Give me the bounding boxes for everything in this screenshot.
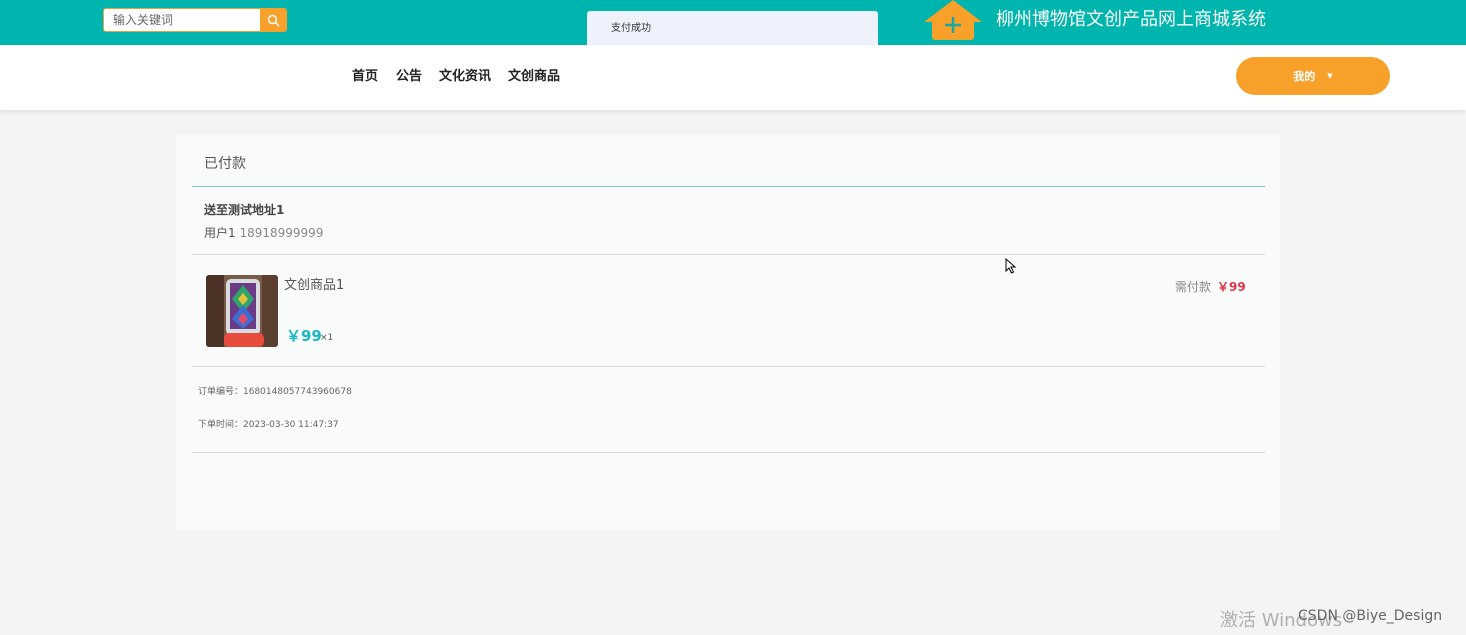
nav-item-products[interactable]: 文创商品 — [508, 69, 560, 85]
product-name[interactable]: 文创商品1 — [284, 278, 344, 293]
divider — [192, 254, 1265, 255]
divider — [192, 452, 1265, 453]
amount-due-value: ￥99 — [1217, 280, 1246, 294]
nav-item-news[interactable]: 文化资讯 — [439, 69, 491, 85]
toast-message: 支付成功 — [587, 11, 878, 46]
search-icon — [267, 14, 280, 27]
caret-down-icon: ▼ — [1327, 72, 1333, 80]
order-time: 下单时间：2023-03-30 11:47:37 — [198, 420, 339, 430]
amount-due-label: 需付款 — [1175, 280, 1212, 294]
order-status: 已付款 — [204, 156, 246, 172]
divider — [192, 366, 1265, 367]
search-input[interactable]: 输入关键词 — [103, 8, 261, 32]
product-quantity: ×1 — [320, 333, 334, 343]
shipping-address: 送至测试地址1 — [204, 203, 285, 217]
nav-item-home[interactable]: 首页 — [352, 69, 378, 85]
home-logo-icon — [924, 0, 982, 40]
recipient-phone: 18918999999 — [239, 226, 324, 240]
nav-bar: 首页 公告 文化资讯 文创商品 我的 ▼ — [0, 45, 1466, 110]
site-title: 柳州博物馆文创产品网上商城系统 — [996, 9, 1266, 30]
amount-due: 需付款 ￥99 — [1175, 280, 1246, 294]
order-number: 订单编号：1680148057743960678 — [198, 387, 352, 397]
my-account-label: 我的 — [1293, 70, 1316, 83]
order-panel: 已付款 送至测试地址1 用户1 18918999999 文创商品1 ￥99 ×1… — [176, 135, 1280, 530]
search-button[interactable] — [260, 8, 287, 32]
recipient-name: 用户1 — [204, 226, 236, 240]
mouse-cursor-icon — [1005, 258, 1016, 274]
csdn-watermark: CSDN @Biye_Design — [1298, 608, 1443, 624]
nav-item-notice[interactable]: 公告 — [396, 69, 422, 85]
product-price: ￥99 — [286, 327, 322, 345]
recipient-info: 用户1 18918999999 — [204, 226, 323, 240]
divider — [192, 186, 1265, 187]
my-account-button[interactable]: 我的 ▼ — [1236, 57, 1390, 95]
product-thumbnail[interactable] — [206, 275, 278, 347]
